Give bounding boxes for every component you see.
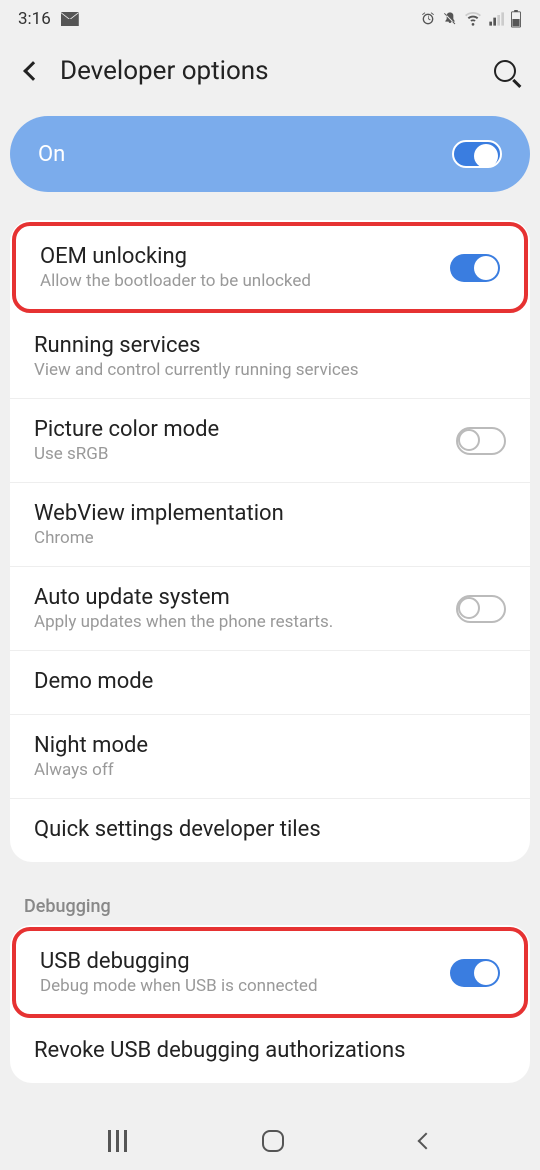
item-title: Revoke USB debugging authorizations: [34, 1038, 506, 1063]
email-icon: [61, 12, 79, 26]
toggle-switch[interactable]: [456, 595, 506, 623]
settings-card: OEM unlockingAllow the bootloader to be …: [10, 220, 530, 862]
nav-recent-button[interactable]: [108, 1130, 127, 1152]
toggle-switch[interactable]: [450, 959, 500, 987]
item-title: USB debugging: [40, 949, 450, 974]
nav-home-button[interactable]: [262, 1130, 284, 1152]
chevron-left-icon: [418, 1133, 435, 1150]
settings-card: USB debuggingDebug mode when USB is conn…: [10, 925, 530, 1083]
mute-icon: [442, 11, 458, 27]
item-subtitle: Use sRGB: [34, 444, 456, 464]
item-text: OEM unlockingAllow the bootloader to be …: [40, 244, 450, 291]
setting-item[interactable]: Picture color modeUse sRGB: [10, 399, 530, 483]
item-text: Running servicesView and control current…: [34, 333, 506, 380]
item-text: Demo mode: [34, 669, 506, 696]
item-title: Demo mode: [34, 669, 506, 694]
toggle-switch[interactable]: [450, 254, 500, 282]
alarm-icon: [420, 11, 436, 27]
app-header: Developer options: [0, 36, 540, 114]
nav-back-button[interactable]: [420, 1135, 432, 1147]
setting-item[interactable]: Revoke USB debugging authorizations: [10, 1020, 530, 1083]
item-text: WebView implementationChrome: [34, 501, 506, 548]
item-title: WebView implementation: [34, 501, 506, 526]
wifi-icon: [464, 11, 482, 27]
master-toggle-row[interactable]: On: [10, 116, 530, 192]
item-subtitle: Apply updates when the phone restarts.: [34, 612, 456, 632]
signal-icon: [488, 11, 504, 27]
setting-item[interactable]: Demo mode: [10, 651, 530, 715]
setting-item[interactable]: Quick settings developer tiles: [10, 799, 530, 862]
master-toggle-switch[interactable]: [452, 140, 502, 168]
item-title: OEM unlocking: [40, 244, 450, 269]
navigation-bar: [0, 1112, 540, 1170]
search-icon: [494, 60, 516, 82]
item-title: Night mode: [34, 733, 506, 758]
status-time: 3:16: [18, 9, 51, 29]
setting-item[interactable]: Auto update systemApply updates when the…: [10, 567, 530, 651]
item-subtitle: Chrome: [34, 528, 506, 548]
status-bar: 3:16: [0, 0, 540, 36]
section-header: Debugging: [0, 878, 540, 925]
item-subtitle: Allow the bootloader to be unlocked: [40, 271, 450, 291]
setting-item[interactable]: OEM unlockingAllow the bootloader to be …: [12, 222, 528, 313]
setting-item[interactable]: WebView implementationChrome: [10, 483, 530, 567]
search-button[interactable]: [494, 60, 522, 82]
toggle-switch[interactable]: [456, 427, 506, 455]
item-title: Picture color mode: [34, 417, 456, 442]
setting-item[interactable]: Night modeAlways off: [10, 715, 530, 799]
master-toggle-label: On: [38, 142, 65, 167]
item-title: Running services: [34, 333, 506, 358]
back-button[interactable]: [18, 64, 40, 78]
item-subtitle: Always off: [34, 760, 506, 780]
setting-item[interactable]: USB debuggingDebug mode when USB is conn…: [12, 927, 528, 1018]
battery-icon: [510, 10, 522, 28]
item-text: Quick settings developer tiles: [34, 817, 506, 844]
page-title: Developer options: [60, 56, 474, 86]
setting-item[interactable]: Running servicesView and control current…: [10, 315, 530, 399]
item-subtitle: Debug mode when USB is connected: [40, 976, 450, 996]
item-subtitle: View and control currently running servi…: [34, 360, 506, 380]
item-title: Quick settings developer tiles: [34, 817, 506, 842]
item-text: USB debuggingDebug mode when USB is conn…: [40, 949, 450, 996]
item-text: Revoke USB debugging authorizations: [34, 1038, 506, 1065]
item-text: Auto update systemApply updates when the…: [34, 585, 456, 632]
item-text: Night modeAlways off: [34, 733, 506, 780]
item-title: Auto update system: [34, 585, 456, 610]
item-text: Picture color modeUse sRGB: [34, 417, 456, 464]
status-icons: [420, 10, 522, 28]
chevron-left-icon: [23, 61, 43, 81]
